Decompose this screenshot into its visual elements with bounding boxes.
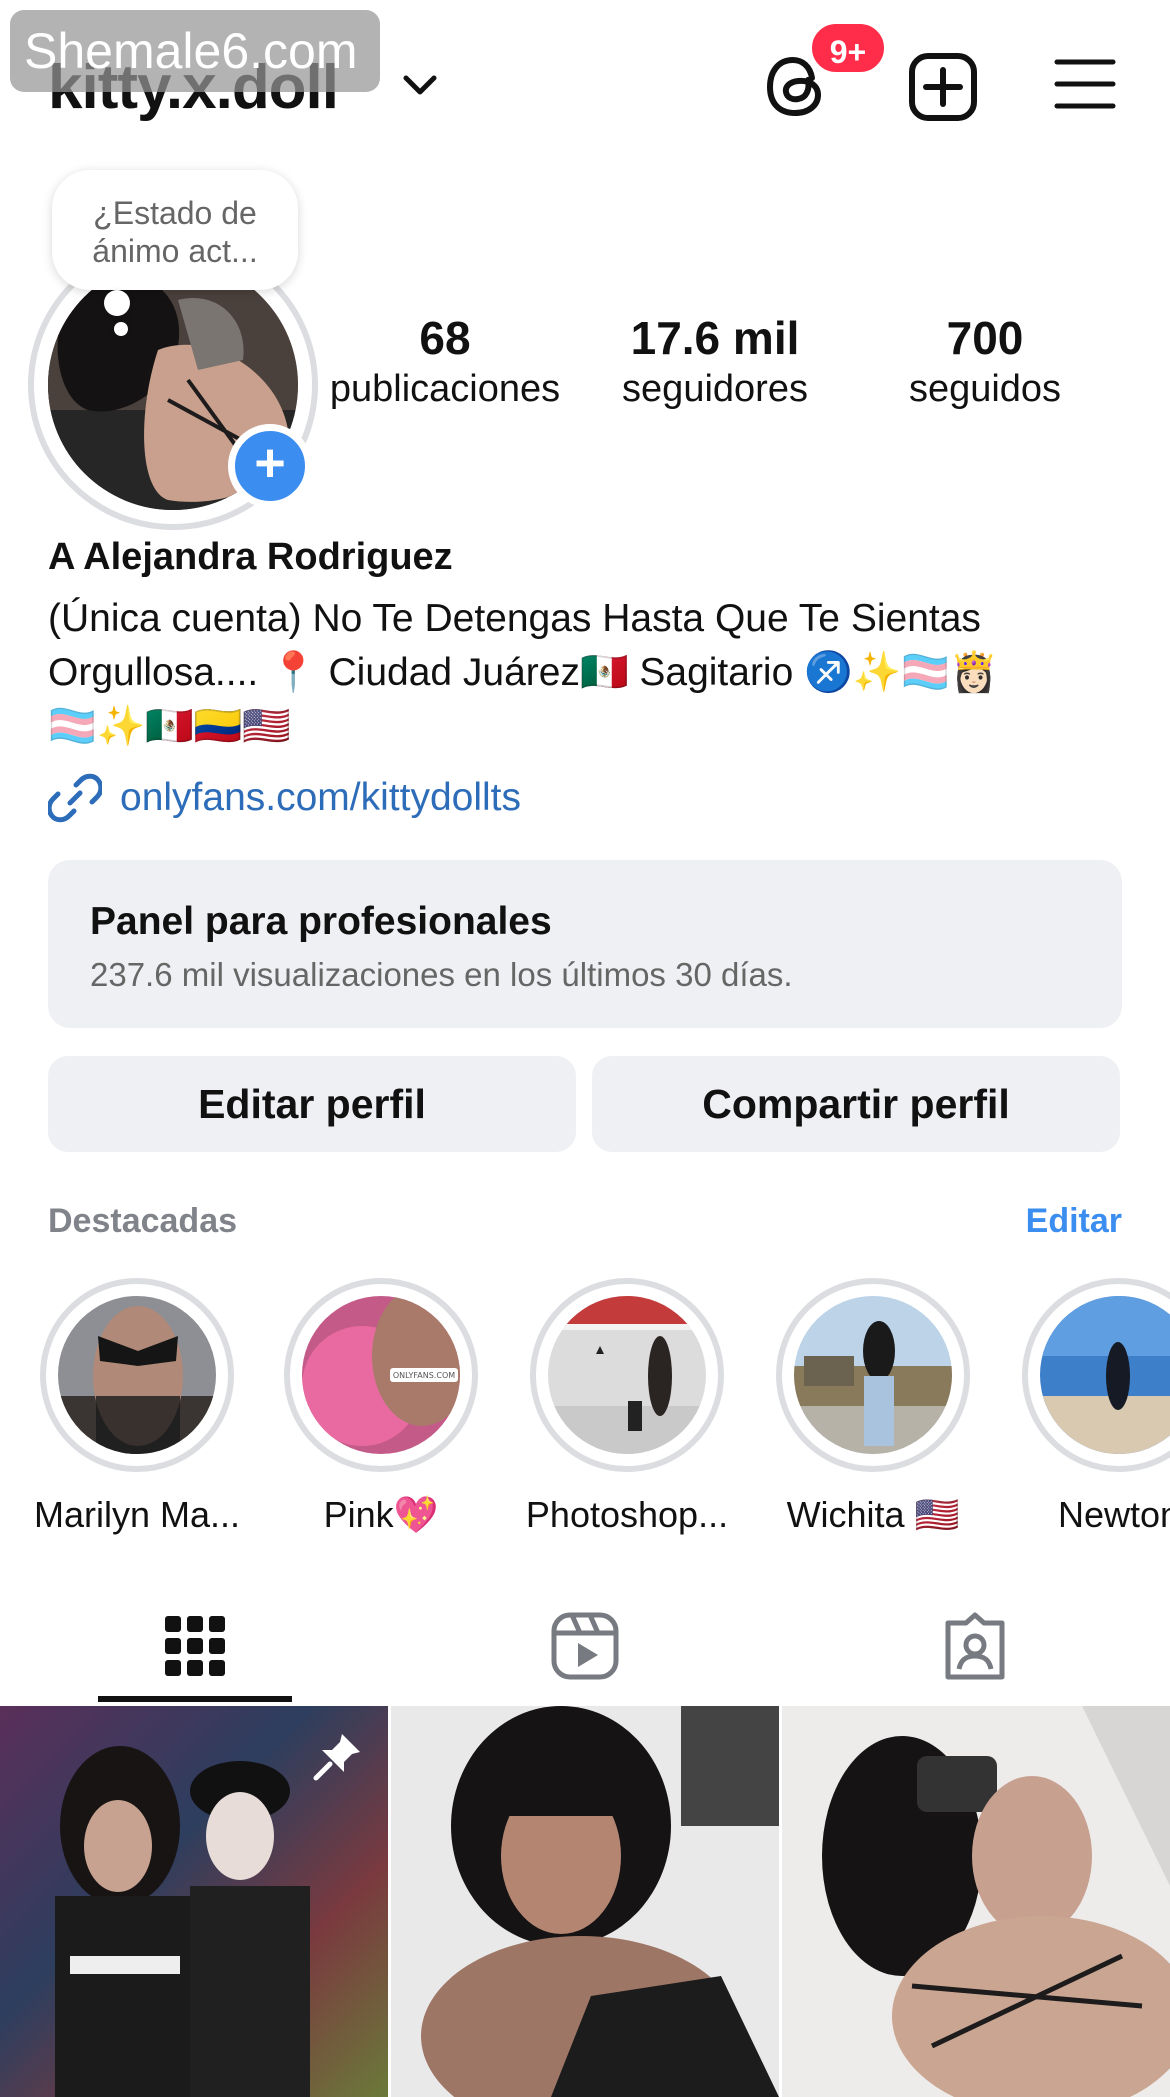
stat-following[interactable]: 700 seguidos <box>850 310 1120 420</box>
notification-badge: 9+ <box>808 20 888 76</box>
highlight-cover <box>794 1296 952 1454</box>
chevron-down-icon[interactable] <box>400 70 440 100</box>
bio-line: Orgullosa.... 📍 Ciudad Juárez🇲🇽 Sagitari… <box>48 651 999 694</box>
posts-grid <box>0 1706 1170 2097</box>
post-thumbnail[interactable] <box>391 1706 779 2097</box>
highlight-label: Newton <box>1057 1494 1170 1535</box>
highlight-item[interactable]: ONLYFANS.COM Pink💖 <box>244 1278 484 1538</box>
stat-value: 700 <box>946 312 1024 364</box>
stat-label: seguidores <box>622 368 808 410</box>
note-bubble-tail <box>104 290 130 316</box>
highlights-edit-button[interactable]: Editar <box>1026 1202 1122 1241</box>
highlight-item[interactable]: Marilyn Ma... <box>0 1278 240 1538</box>
stat-label: seguidos <box>908 368 1062 410</box>
highlights-title: Destacadas <box>48 1202 238 1240</box>
highlight-item[interactable]: Photoshop... <box>490 1278 730 1538</box>
link-icon <box>48 773 102 823</box>
dashboard-subtitle: 237.6 mil visualizaciones en los últimos… <box>90 956 793 993</box>
reels-icon <box>551 1612 619 1680</box>
active-tab-indicator <box>98 1696 292 1702</box>
watermark: Shemale6.com <box>10 10 380 92</box>
stat-posts[interactable]: 68 publicaciones <box>310 310 580 420</box>
professional-dashboard[interactable]: Panel para profesionales 237.6 mil visua… <box>48 860 1122 1028</box>
highlight-label: Marilyn Ma... <box>33 1494 241 1535</box>
dashboard-title: Panel para profesionales <box>90 900 552 943</box>
highlight-item[interactable]: Newton <box>982 1278 1170 1538</box>
profile-link[interactable]: onlyfans.com/kittydollts <box>48 770 521 826</box>
stat-followers[interactable]: 17.6 mil seguidores <box>580 310 850 420</box>
link-text[interactable]: onlyfans.com/kittydollts <box>120 776 521 820</box>
add-story-button[interactable]: + <box>228 424 312 508</box>
highlight-item[interactable]: Wichita 🇺🇸 <box>736 1278 976 1538</box>
stat-value: 17.6 mil <box>630 312 800 364</box>
bio-line: 🏳️‍⚧️✨🇲🇽🇨🇴🇺🇸 <box>48 705 291 748</box>
bio-line: (Única cuenta) No Te Detengas Hasta Que … <box>48 597 981 640</box>
edit-profile-button[interactable]: Editar perfil <box>48 1056 576 1152</box>
tagged-icon <box>945 1612 1005 1680</box>
highlight-label: Pink💖 <box>323 1494 439 1535</box>
share-profile-button[interactable]: Compartir perfil <box>592 1056 1120 1152</box>
highlights-header: Destacadas Editar <box>48 1202 1122 1246</box>
note-bubble-tail-small <box>114 322 128 336</box>
tab-reels[interactable] <box>390 1588 780 1704</box>
highlight-label: Photoshop... <box>525 1494 729 1535</box>
bio: (Única cuenta) No Te Detengas Hasta Que … <box>48 592 1128 754</box>
profile-stats: 68 publicaciones 17.6 mil seguidores 700… <box>310 310 1120 420</box>
create-post-icon[interactable] <box>908 52 978 122</box>
tab-tagged[interactable] <box>780 1588 1170 1704</box>
highlight-cover: ONLYFANS.COM <box>302 1296 460 1454</box>
post-thumbnail[interactable] <box>782 1706 1170 2097</box>
full-name: A Alejandra Rodriguez <box>48 536 453 578</box>
stat-value: 68 <box>419 312 471 364</box>
pin-icon <box>313 1734 360 1781</box>
highlight-cover <box>58 1296 216 1454</box>
highlight-cover <box>548 1296 706 1454</box>
menu-icon[interactable] <box>1054 56 1116 112</box>
stat-label: publicaciones <box>329 368 561 410</box>
highlight-label: Wichita 🇺🇸 <box>786 1494 960 1535</box>
post-thumbnail[interactable] <box>0 1706 388 2097</box>
profile-tabs <box>0 1588 1170 1704</box>
note-bubble[interactable]: ¿Estado de ánimo act... <box>52 170 298 290</box>
highlight-overlay-text: ONLYFANS.COM <box>393 1371 455 1380</box>
tab-posts[interactable] <box>0 1588 390 1704</box>
grid-icon <box>165 1616 225 1676</box>
